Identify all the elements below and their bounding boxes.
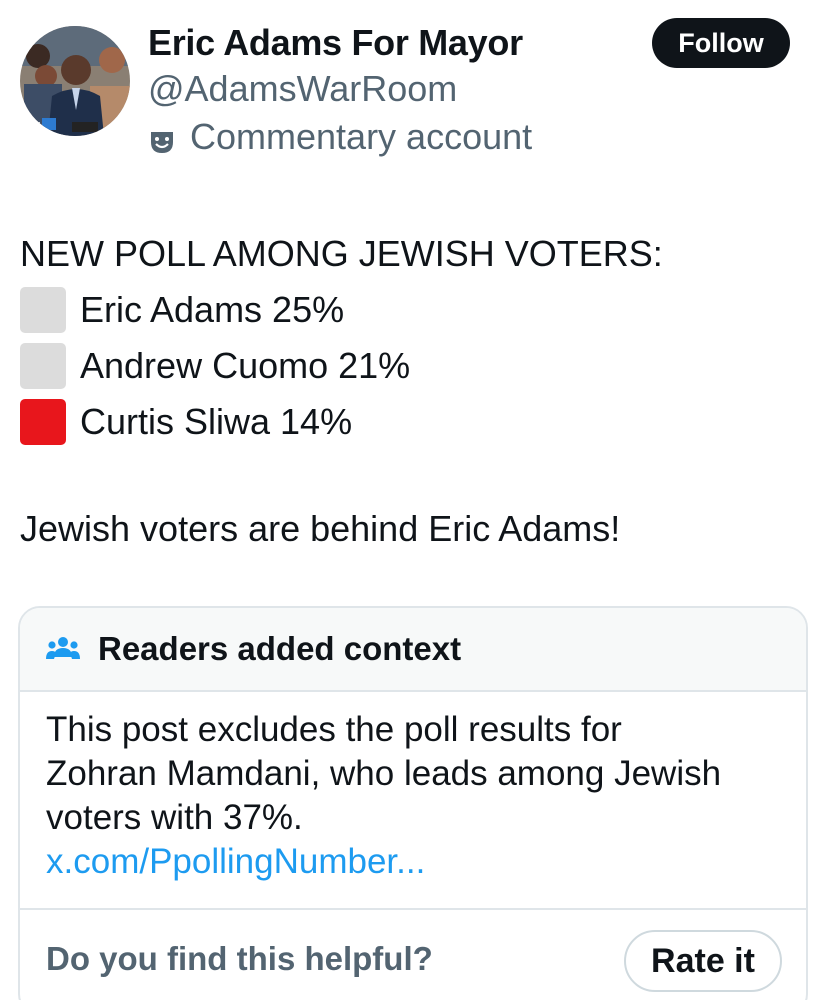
note-source-link[interactable]: x.com/PpollingNumber... <box>46 840 782 884</box>
poll-result-text: Eric Adams 25% <box>80 289 345 330</box>
theater-masks-icon <box>148 123 176 153</box>
helpful-question: Do you find this helpful? <box>46 940 433 977</box>
gray-square-icon <box>20 287 66 333</box>
commentary-account-text: Commentary account <box>190 116 533 157</box>
note-text-line: This post excludes the poll results for <box>46 710 622 749</box>
commentary-account-label: Commentary account <box>148 116 532 158</box>
community-note-header[interactable]: Readers added context <box>20 608 806 692</box>
people-icon <box>46 635 80 663</box>
red-square-icon <box>20 399 66 445</box>
community-note-body: This post excludes the poll results for … <box>20 692 806 910</box>
poll-result-text: Curtis Sliwa 14% <box>80 401 353 442</box>
post-card: Eric Adams For Mayor @AdamsWarRoom Comme… <box>0 0 825 1000</box>
author-handle[interactable]: @AdamsWarRoom <box>148 68 457 110</box>
note-text-line: Zohran Mamdani, who leads among Jewish <box>46 754 722 793</box>
post-text: NEW POLL AMONG JEWISH VOTERS: Eric Adams… <box>20 226 810 450</box>
community-note-footer: Do you find this helpful? Rate it <box>20 910 806 1000</box>
poll-result-row: Eric Adams 25% <box>20 282 810 338</box>
rate-it-button[interactable]: Rate it <box>624 930 782 992</box>
author-display-name[interactable]: Eric Adams For Mayor <box>148 22 523 64</box>
community-note-card: Readers added context This post excludes… <box>18 606 808 1000</box>
poll-result-row: Andrew Cuomo 21% <box>20 338 810 394</box>
follow-button[interactable]: Follow <box>652 18 790 68</box>
community-note-title: Readers added context <box>98 630 462 667</box>
avatar[interactable] <box>20 26 130 136</box>
post-heading: NEW POLL AMONG JEWISH VOTERS: <box>20 233 663 274</box>
gray-square-icon <box>20 343 66 389</box>
poll-result-row: Curtis Sliwa 14% <box>20 394 810 450</box>
poll-result-text: Andrew Cuomo 21% <box>80 345 411 386</box>
post-tagline: Jewish voters are behind Eric Adams! <box>20 508 621 549</box>
note-text-line: voters with 37%. <box>46 798 303 837</box>
avatar-photo-icon <box>20 26 130 136</box>
